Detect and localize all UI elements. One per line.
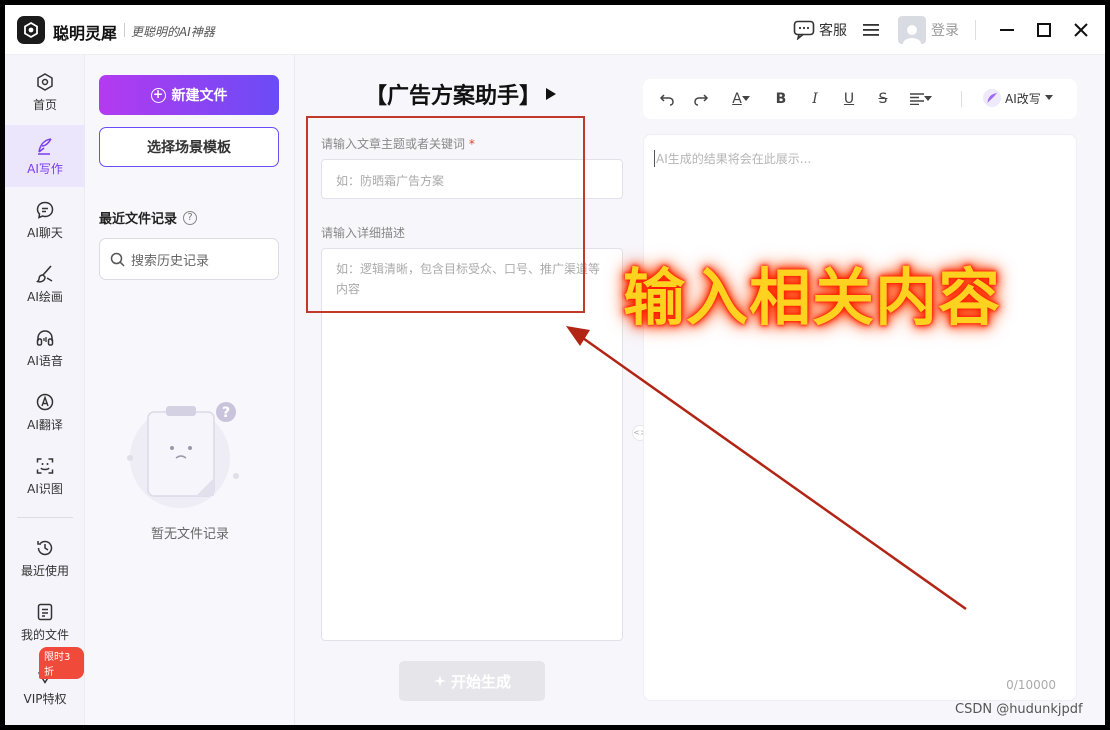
help-icon[interactable]: ?: [183, 210, 198, 225]
empty-clipboard-illustration: ?: [127, 402, 239, 508]
history-search-input[interactable]: 搜索历史记录: [99, 238, 279, 280]
nav-divider: [17, 517, 73, 518]
scan-icon: [36, 457, 54, 474]
empty-files-text: 暂无文件记录: [150, 527, 229, 542]
pen-icon: [38, 137, 52, 155]
app-window: 聪明灵犀 更聪明的AI神器 客服 登录 首页 AI写作 AI聊天 AI绘画 AI…: [5, 5, 1105, 725]
brush-icon: [36, 264, 53, 283]
sparkle-icon: [433, 675, 446, 687]
text-color-button[interactable]: A: [727, 89, 755, 109]
chat-icon: [36, 201, 54, 219]
new-file-button[interactable]: + 新建文件: [99, 75, 279, 115]
generate-label: 开始生成: [450, 672, 511, 691]
new-file-label: 新建文件: [171, 88, 228, 104]
annotation-highlight-box: [306, 116, 585, 313]
caret-down-icon: [741, 96, 750, 101]
undo-icon: [659, 94, 674, 106]
sidebar-item-recent[interactable]: 最近使用: [5, 527, 85, 589]
page-title: 【广告方案助手】: [365, 78, 557, 110]
recent-files-header: 最近文件记录 ?: [99, 208, 198, 227]
maximize-icon: [1037, 23, 1051, 37]
login-label: 登录: [931, 23, 959, 39]
sidebar-item-label: VIP特权: [23, 691, 67, 706]
title-divider: [124, 23, 125, 37]
ai-rewrite-button[interactable]: AI改写: [983, 89, 1053, 107]
sidebar-item-label: AI写作: [27, 161, 63, 176]
svg-text:?: ?: [222, 405, 230, 421]
sidebar-item-home[interactable]: 首页: [5, 61, 85, 123]
sidebar-nav: 首页 AI写作 AI聊天 AI绘画 AI语音 AI翻译 AI识图 最近使用 我的…: [5, 55, 85, 725]
italic-button[interactable]: I: [805, 89, 825, 109]
plus-icon: +: [150, 87, 166, 103]
ai-rewrite-label: AI改写: [1005, 91, 1041, 106]
customer-service-label: 客服: [819, 23, 847, 39]
sidebar-item-label: AI语音: [27, 353, 63, 368]
app-slogan: 更聪明的AI神器: [131, 25, 215, 39]
character-counter: 0/10000: [1006, 678, 1056, 692]
align-left-icon: [910, 93, 924, 105]
menu-button[interactable]: [863, 5, 879, 55]
customer-service-button[interactable]: 客服: [793, 5, 847, 55]
window-controls-divider: [975, 20, 976, 40]
home-icon: [37, 72, 53, 91]
vip-discount-badge: 限时3折: [39, 647, 84, 679]
file-icon: [37, 603, 53, 620]
chat-bubble-icon: [793, 20, 815, 40]
annotation-caption: 输入相关内容: [623, 261, 1002, 334]
caret-down-icon: [1044, 95, 1053, 100]
feather-icon: [983, 89, 1001, 107]
sidebar-item-ai-translate[interactable]: AI翻译: [5, 381, 85, 443]
minimize-button[interactable]: [996, 19, 1018, 41]
file-panel: + 新建文件 选择场景模板 最近文件记录 ? 搜索历史记录 ? 暂无文件记录: [85, 55, 295, 725]
maximize-button[interactable]: [1033, 19, 1055, 41]
underline-button[interactable]: U: [839, 89, 859, 109]
strikethrough-button[interactable]: S: [873, 89, 893, 109]
sidebar-item-ai-chat[interactable]: AI聊天: [5, 189, 85, 251]
sidebar-item-ai-painting[interactable]: AI绘画: [5, 253, 85, 315]
headphone-icon: [36, 329, 54, 346]
toolbar-divider: [961, 91, 962, 107]
page-title-text: 【广告方案助手】: [365, 84, 542, 109]
sidebar-item-label: AI绘画: [27, 289, 63, 304]
sidebar-item-ai-image-recognition[interactable]: AI识图: [5, 445, 85, 507]
undo-button[interactable]: [657, 89, 677, 109]
play-triangle-icon[interactable]: [545, 87, 557, 101]
search-icon: [110, 252, 125, 267]
sidebar-item-label: 首页: [32, 97, 57, 112]
close-button[interactable]: [1070, 19, 1092, 41]
editor-toolbar: A B I U S AI改写: [643, 79, 1077, 119]
text-color-glyph: A: [732, 91, 742, 107]
minimize-icon: [1000, 29, 1014, 31]
result-placeholder: AI生成的结果将会在此展示...: [654, 150, 812, 167]
sidebar-item-label: AI翻译: [27, 417, 63, 432]
align-button[interactable]: [907, 89, 935, 109]
hamburger-icon: [863, 24, 879, 36]
sidebar-item-label: 我的文件: [20, 627, 69, 642]
sidebar-item-label: AI聊天: [27, 225, 63, 240]
search-placeholder: 搜索历史记录: [131, 253, 210, 269]
result-editor[interactable]: AI生成的结果将会在此展示... 0/10000: [643, 134, 1077, 701]
redo-icon: [694, 94, 709, 106]
app-logo: [17, 16, 45, 44]
clock-icon: [37, 540, 53, 555]
sidebar-item-label: 最近使用: [20, 563, 69, 578]
login-button[interactable]: 登录: [898, 5, 959, 55]
bold-button[interactable]: B: [771, 89, 791, 109]
title-bar: 聪明灵犀 更聪明的AI神器 客服 登录: [5, 5, 1105, 55]
redo-button[interactable]: [691, 89, 711, 109]
caret-down-icon: [924, 96, 932, 101]
sidebar-item-label: AI识图: [27, 481, 63, 496]
sidebar-item-ai-voice[interactable]: AI语音: [5, 317, 85, 379]
sidebar-item-my-files[interactable]: 我的文件: [5, 591, 85, 653]
sidebar-item-ai-writing[interactable]: AI写作: [5, 125, 85, 187]
app-name: 聪明灵犀: [53, 24, 118, 43]
select-template-button[interactable]: 选择场景模板: [99, 127, 279, 167]
recent-files-title: 最近文件记录: [99, 212, 178, 227]
watermark: CSDN @hudunkjpdf: [955, 702, 1083, 717]
avatar: [898, 16, 926, 44]
close-icon: [1074, 23, 1088, 37]
translate-icon: [36, 393, 54, 410]
generate-button[interactable]: 开始生成: [399, 661, 545, 701]
